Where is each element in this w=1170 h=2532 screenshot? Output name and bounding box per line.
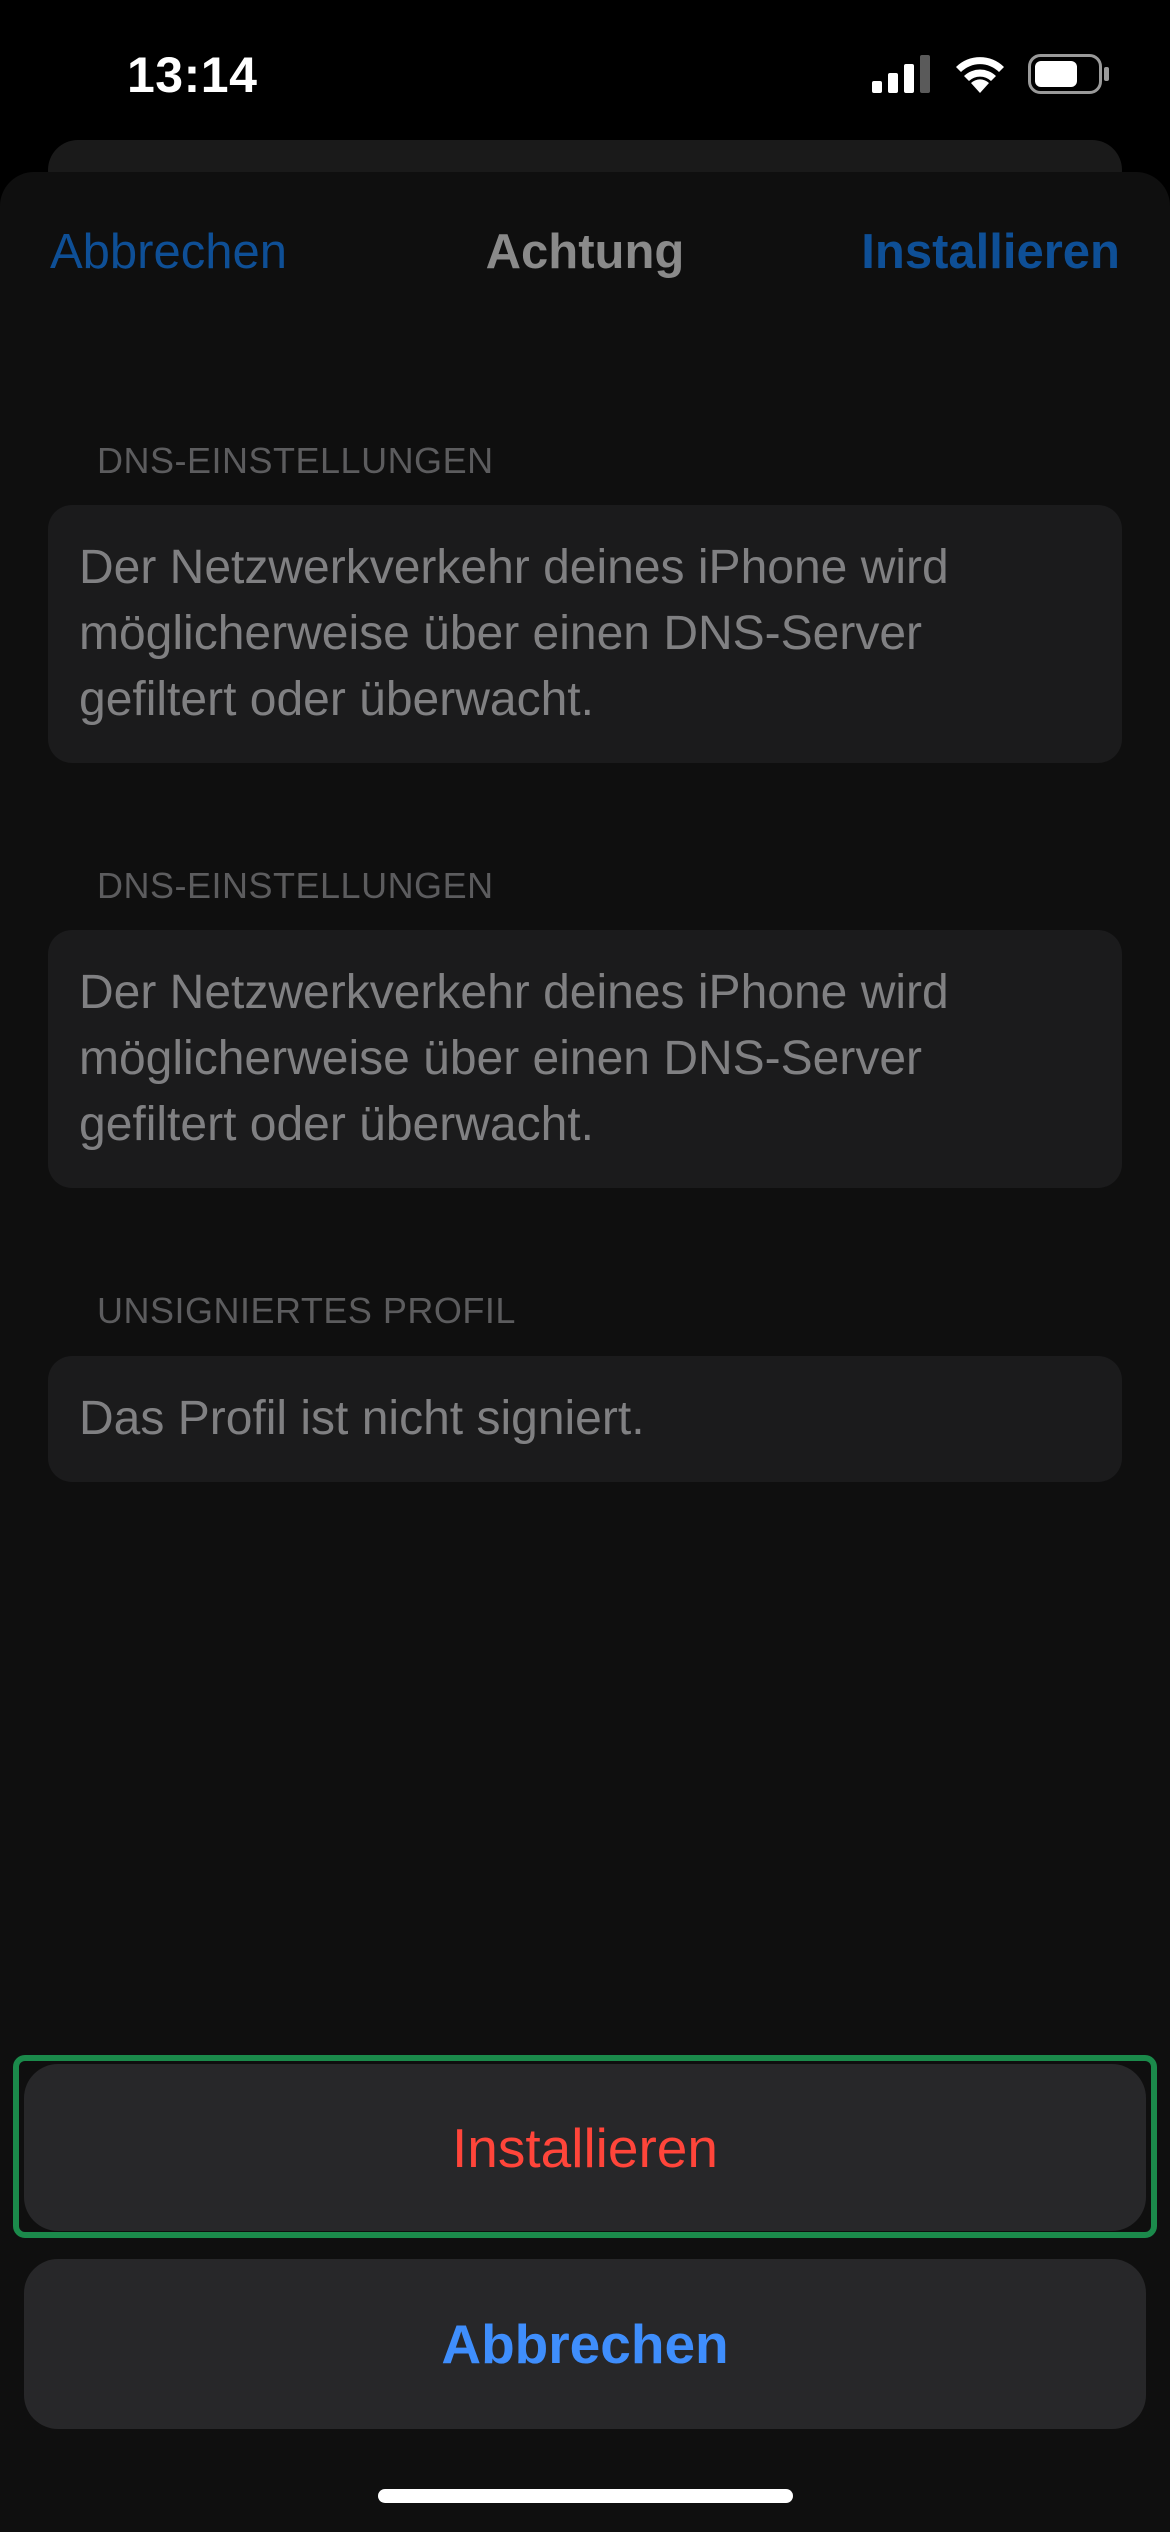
section-card-dns-1: Der Netzwerkverkehr deines iPhone wird m…: [48, 505, 1122, 763]
cancel-button-label: Abbrechen: [441, 2313, 729, 2375]
cellular-signal-icon: [872, 55, 930, 93]
cancel-button[interactable]: Abbrechen: [24, 2259, 1146, 2429]
nav-install-button[interactable]: Installieren: [861, 224, 1120, 280]
battery-icon: [1028, 54, 1109, 94]
section-header-dns-2: DNS-EINSTELLUNGEN: [97, 865, 494, 906]
section-header-unsigned: UNSIGNIERTES PROFIL: [97, 1290, 516, 1331]
install-button[interactable]: Installieren: [24, 2064, 1146, 2231]
status-icons: [872, 54, 1110, 94]
section-card-dns-2: Der Netzwerkverkehr deines iPhone wird m…: [48, 930, 1122, 1188]
status-bar: 13:14: [0, 0, 1170, 150]
wifi-icon: [956, 57, 1004, 93]
home-indicator[interactable]: [378, 2489, 793, 2503]
status-time: 13:14: [127, 47, 258, 103]
screen: 13:14 Abbrechen Achtung Installieren DNS…: [0, 0, 1170, 2532]
section-header-dns-1: DNS-EINSTELLUNGEN: [97, 440, 494, 481]
nav-bar: Abbrechen Achtung Installieren: [0, 172, 1170, 342]
section-card-unsigned: Das Profil ist nicht signiert.: [48, 1356, 1122, 1482]
install-button-label: Installieren: [452, 2116, 718, 2179]
